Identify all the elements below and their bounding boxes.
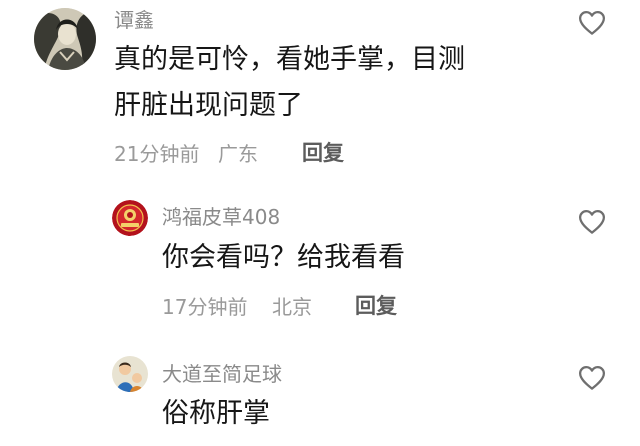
red-emblem-avatar-icon <box>112 200 148 236</box>
username[interactable]: 谭鑫 <box>114 8 154 32</box>
comment-text-line: 俗称肝掌 <box>162 398 270 429</box>
user-avatar[interactable] <box>112 200 148 236</box>
comment-text-line: 你会看吗？给我看看 <box>162 242 405 273</box>
like-button[interactable] <box>577 8 607 38</box>
heart-outline-icon <box>579 210 605 234</box>
user-avatar[interactable] <box>34 8 96 70</box>
ink-portrait-avatar-icon <box>34 8 96 70</box>
heart-outline-icon <box>579 11 605 35</box>
comment-text-line: 真的是可怜，看她手掌，目测 <box>114 44 465 75</box>
username[interactable]: 大道至简足球 <box>162 360 282 388</box>
like-button[interactable] <box>577 207 607 237</box>
comment-location: 广东 <box>218 142 258 166</box>
cartoon-figure-avatar-icon <box>112 356 148 392</box>
username[interactable]: 鸿福皮草408 <box>162 203 280 231</box>
comment-time: 21分钟前 <box>114 142 200 166</box>
like-button[interactable] <box>577 363 607 393</box>
reply-comment-item: 鸿福皮草408 你会看吗？给我看看 17分钟前 北京 回复 <box>0 190 640 330</box>
reply-comment-item: 大道至简足球 俗称肝掌 <box>0 348 640 446</box>
comment-location: 北京 <box>272 295 312 319</box>
comment-item: 谭鑫 真的是可怜，看她手掌，目测 肝脏出现问题了 21分钟前 广东 回复 <box>0 0 640 180</box>
comment-text-line: 肝脏出现问题了 <box>114 90 303 121</box>
comment-time: 17分钟前 <box>162 295 248 319</box>
heart-outline-icon <box>579 366 605 390</box>
reply-button[interactable]: 回复 <box>302 139 344 167</box>
reply-button[interactable]: 回复 <box>355 292 397 320</box>
user-avatar[interactable] <box>112 356 148 392</box>
